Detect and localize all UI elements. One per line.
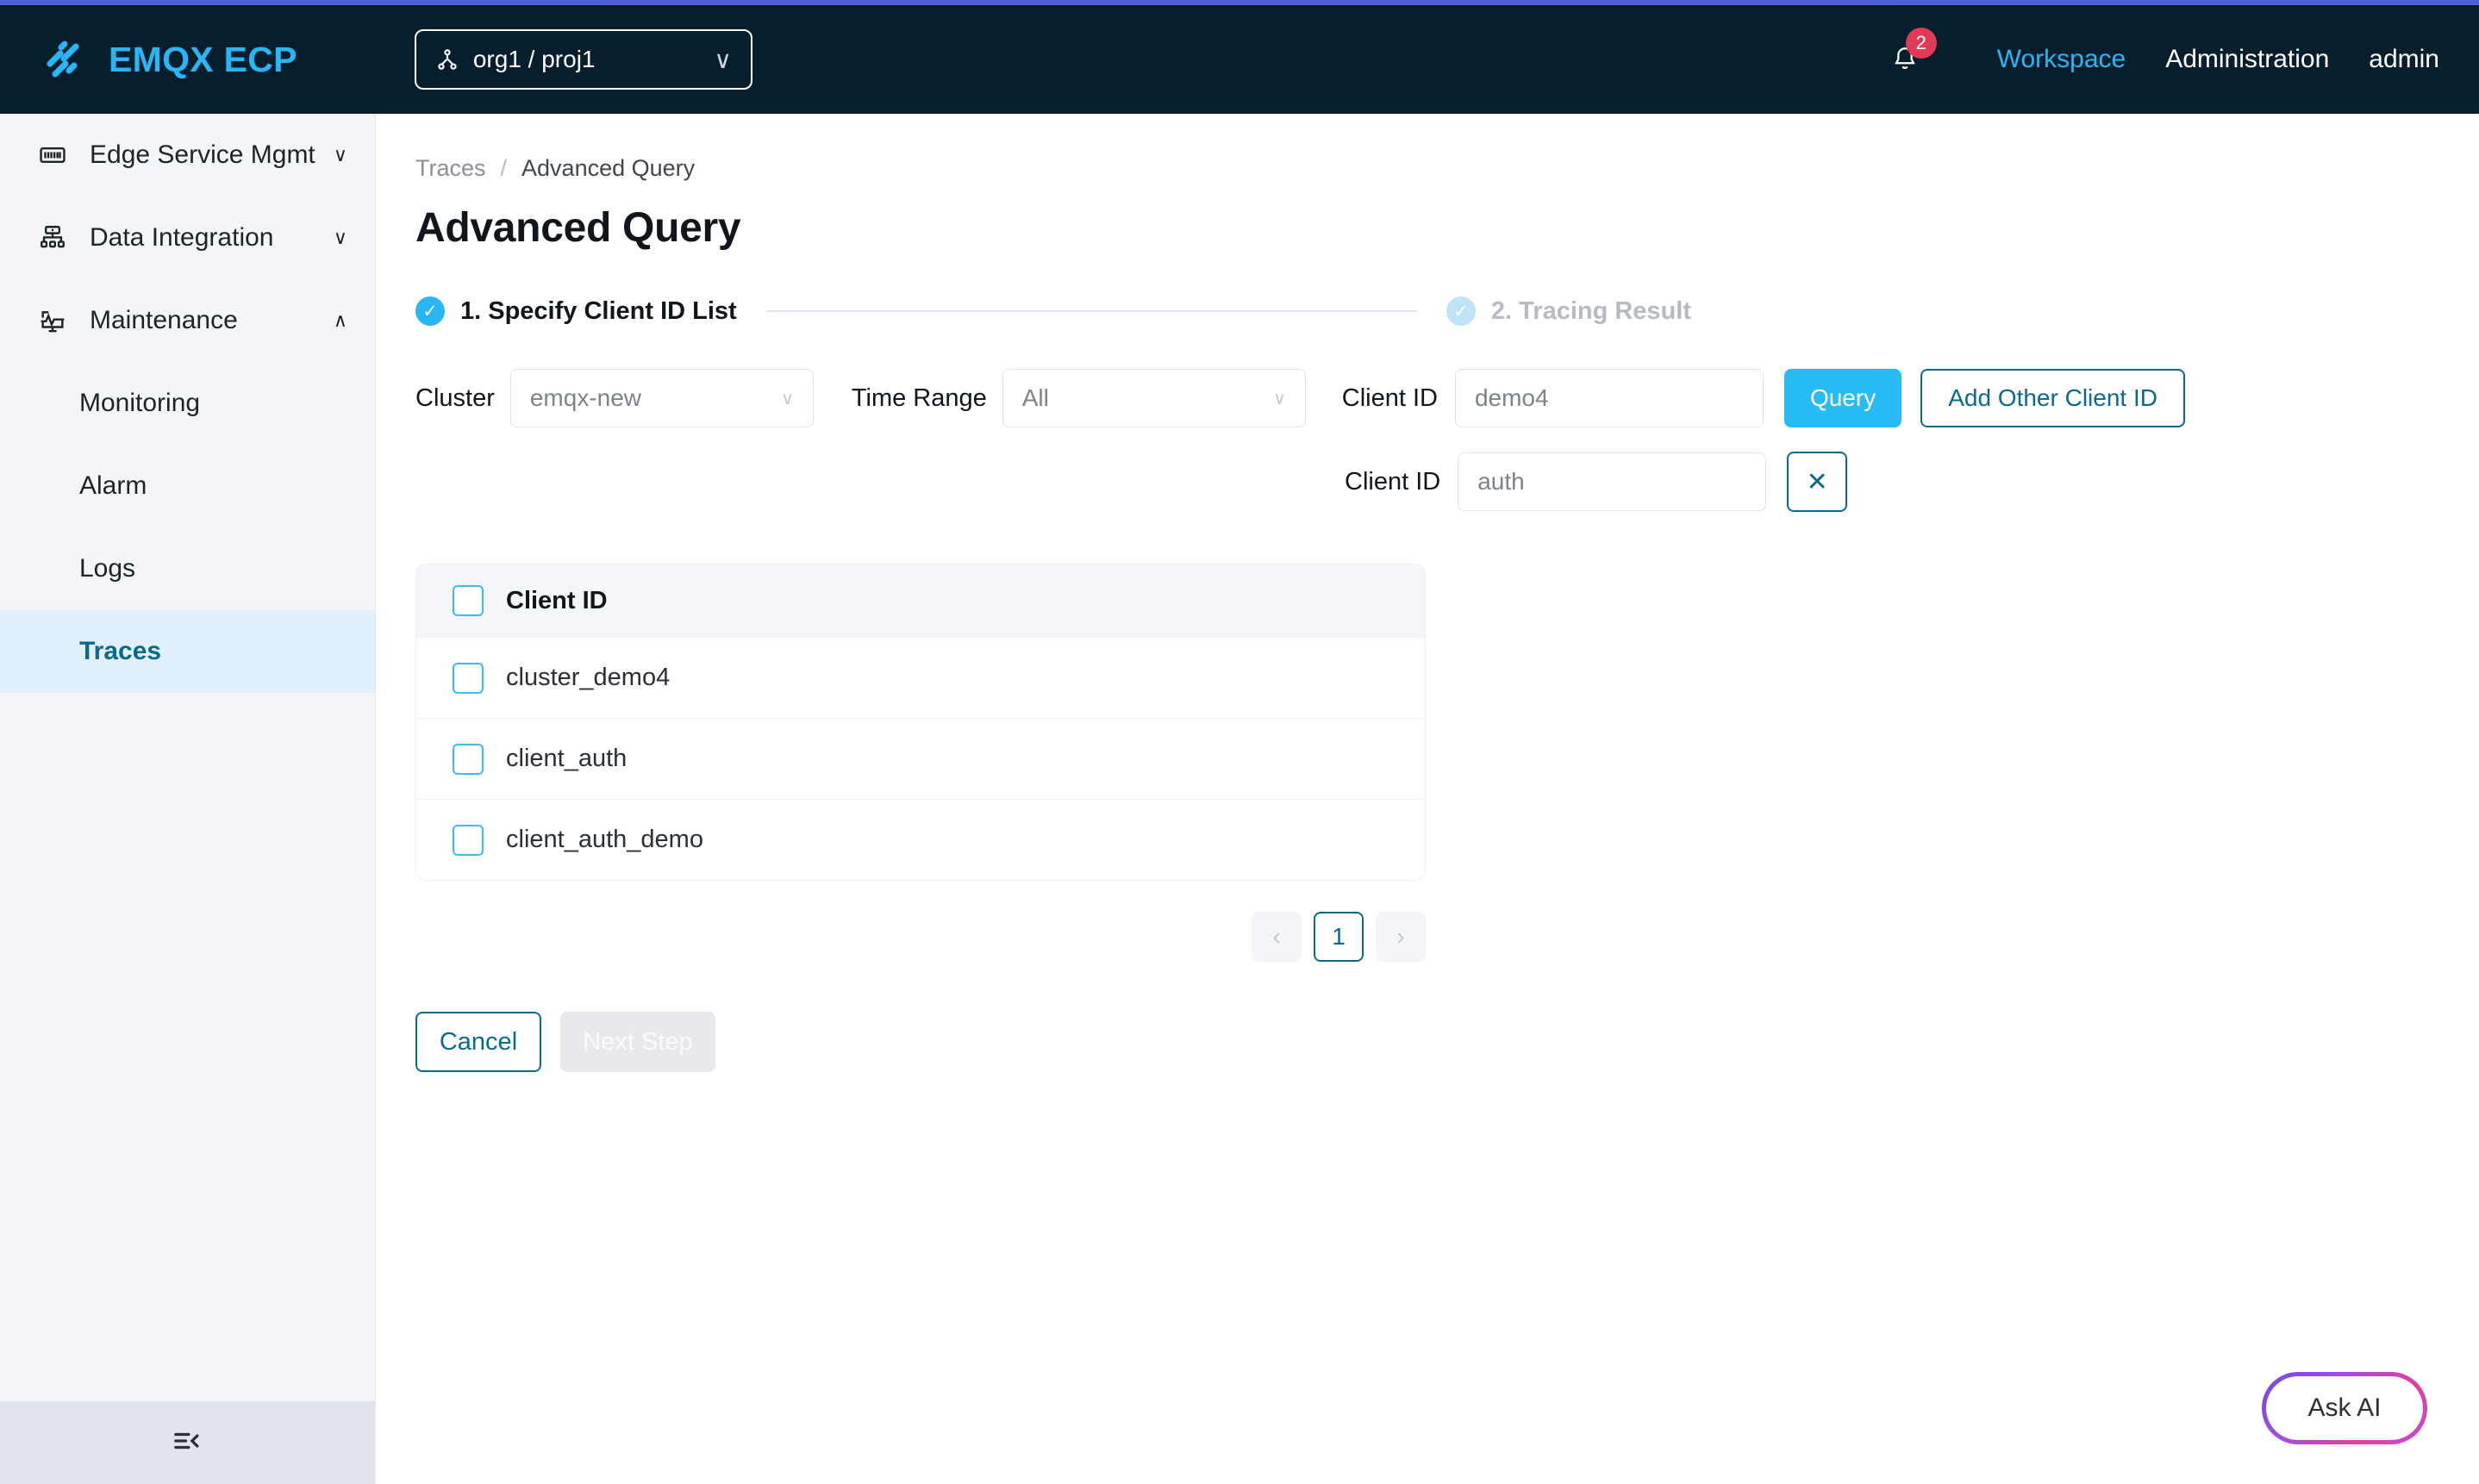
sidebar-group-label: Edge Service Mgmt bbox=[90, 140, 334, 170]
breadcrumb-current: Advanced Query bbox=[521, 155, 695, 182]
app-header: EMQX ECP org1 / proj1 ∨ 2 Workspace Admi… bbox=[0, 5, 2479, 114]
step-check-icon: ✓ bbox=[1446, 296, 1476, 326]
sidebar-item-label: Logs bbox=[79, 554, 135, 583]
client-id-input-2[interactable]: auth bbox=[1458, 452, 1766, 511]
sidebar-collapse-button[interactable] bbox=[0, 1401, 375, 1484]
time-range-label: Time Range bbox=[852, 384, 987, 413]
pagination-page-1[interactable]: 1 bbox=[1314, 912, 1364, 962]
client-id-input-1[interactable]: demo4 bbox=[1455, 369, 1764, 427]
page-title: Advanced Query bbox=[415, 204, 2479, 252]
wizard-step-2[interactable]: ✓ 2. Tracing Result bbox=[1446, 296, 1691, 326]
table-row[interactable]: cluster_demo4 bbox=[416, 637, 1425, 718]
brand-title: EMQX ECP bbox=[109, 40, 297, 80]
sidebar-item-logs[interactable]: Logs bbox=[0, 527, 375, 610]
cancel-button[interactable]: Cancel bbox=[415, 1012, 541, 1072]
sidebar-item-label: Alarm bbox=[79, 471, 147, 501]
pagination: ‹ 1 › bbox=[415, 912, 1426, 962]
nav-link-administration[interactable]: Administration bbox=[2165, 45, 2329, 74]
sidebar-group-maintenance[interactable]: Maintenance ∧ bbox=[0, 279, 375, 362]
breadcrumb-separator: / bbox=[501, 155, 508, 182]
sidebar-group-label: Maintenance bbox=[90, 306, 334, 335]
step-label: 2. Tracing Result bbox=[1491, 297, 1691, 326]
maintenance-icon bbox=[38, 306, 76, 335]
time-range-select-value: All bbox=[1022, 384, 1273, 412]
step-label: 1. Specify Client ID List bbox=[460, 297, 737, 326]
nav-link-workspace[interactable]: Workspace bbox=[1997, 45, 2126, 74]
brand: EMQX ECP bbox=[36, 33, 297, 86]
sidebar-item-alarm[interactable]: Alarm bbox=[0, 445, 375, 527]
emqx-logo-icon bbox=[36, 33, 90, 86]
chevron-down-icon: ∨ bbox=[334, 144, 347, 166]
client-id-input-2-value: auth bbox=[1477, 468, 1525, 496]
wizard-steps: ✓ 1. Specify Client ID List ✓ 2. Tracing… bbox=[415, 296, 1691, 326]
cluster-select-value: emqx-new bbox=[530, 384, 781, 412]
sidebar-item-label: Monitoring bbox=[79, 389, 200, 418]
sidebar-item-label: Traces bbox=[79, 637, 161, 666]
sidebar-group-label: Data Integration bbox=[90, 223, 334, 253]
client-id-table: Client ID cluster_demo4 client_auth clie… bbox=[415, 564, 1426, 881]
step-check-icon: ✓ bbox=[415, 296, 445, 326]
nav-link-admin-user[interactable]: admin bbox=[2369, 45, 2439, 74]
chevron-down-icon: ∨ bbox=[781, 388, 794, 409]
org-project-selector[interactable]: org1 / proj1 ∨ bbox=[415, 29, 752, 90]
table-row[interactable]: client_auth_demo bbox=[416, 799, 1425, 880]
sidebar-group-data-integration[interactable]: Data Integration ∨ bbox=[0, 196, 375, 279]
remove-client-id-button[interactable]: ✕ bbox=[1787, 452, 1847, 512]
main-content: Traces / Advanced Query Advanced Query ✓… bbox=[376, 114, 2479, 1484]
breadcrumb-parent[interactable]: Traces bbox=[415, 155, 486, 182]
add-other-client-id-button[interactable]: Add Other Client ID bbox=[1920, 369, 2185, 427]
sidebar: Edge Service Mgmt ∨ Data Integration ∨ M… bbox=[0, 114, 376, 1484]
query-button[interactable]: Query bbox=[1784, 369, 1901, 427]
header-right: 2 Workspace Administration admin bbox=[1890, 45, 2439, 74]
chevron-down-icon: ∨ bbox=[1273, 388, 1286, 409]
row-checkbox[interactable] bbox=[453, 825, 484, 856]
table-row[interactable]: client_auth bbox=[416, 718, 1425, 799]
table-column-header-client-id: Client ID bbox=[506, 587, 608, 615]
data-integration-icon bbox=[38, 223, 76, 253]
wizard-actions: Cancel Next Step bbox=[415, 1012, 2479, 1072]
pagination-next-button[interactable]: › bbox=[1376, 912, 1426, 962]
row-checkbox[interactable] bbox=[453, 663, 484, 694]
breadcrumb: Traces / Advanced Query bbox=[415, 155, 2479, 182]
query-form-row-primary: Cluster emqx-new ∨ Time Range All ∨ Clie… bbox=[415, 369, 2479, 427]
client-id-input-1-value: demo4 bbox=[1475, 384, 1549, 412]
select-all-checkbox[interactable] bbox=[453, 585, 484, 616]
table-cell-client-id: client_auth_demo bbox=[506, 826, 703, 854]
sidebar-item-traces[interactable]: Traces bbox=[0, 610, 375, 693]
sidebar-group-edge-service-mgmt[interactable]: Edge Service Mgmt ∨ bbox=[0, 114, 375, 196]
close-icon: ✕ bbox=[1807, 467, 1828, 497]
wizard-step-1[interactable]: ✓ 1. Specify Client ID List bbox=[415, 296, 737, 326]
org-tree-icon bbox=[435, 47, 459, 72]
cluster-select[interactable]: emqx-new ∨ bbox=[510, 369, 814, 427]
step-connector-line bbox=[766, 310, 1417, 312]
notification-count-badge: 2 bbox=[1906, 28, 1937, 59]
next-step-button[interactable]: Next Step bbox=[560, 1012, 715, 1072]
time-range-select[interactable]: All ∨ bbox=[1002, 369, 1306, 427]
notifications-button[interactable]: 2 bbox=[1890, 45, 1920, 74]
table-cell-client-id: cluster_demo4 bbox=[506, 664, 670, 692]
ask-ai-button[interactable]: Ask AI bbox=[2262, 1372, 2427, 1444]
table-cell-client-id: client_auth bbox=[506, 745, 627, 773]
client-id-label-1: Client ID bbox=[1342, 384, 1438, 413]
client-id-label-2: Client ID bbox=[1345, 468, 1440, 496]
sidebar-collapse-icon bbox=[171, 1424, 205, 1462]
ask-ai-label: Ask AI bbox=[2266, 1376, 2423, 1440]
org-project-value: org1 / proj1 bbox=[473, 46, 715, 73]
pagination-prev-button[interactable]: ‹ bbox=[1252, 912, 1302, 962]
row-checkbox[interactable] bbox=[453, 744, 484, 775]
table-header-row: Client ID bbox=[416, 564, 1425, 637]
cluster-label: Cluster bbox=[415, 384, 495, 413]
chevron-up-icon: ∧ bbox=[334, 309, 347, 332]
query-form-row-secondary: Client ID auth ✕ bbox=[415, 452, 2479, 512]
chevron-down-icon: ∨ bbox=[714, 46, 732, 74]
edge-service-icon bbox=[38, 140, 76, 170]
sidebar-item-monitoring[interactable]: Monitoring bbox=[0, 362, 375, 445]
chevron-down-icon: ∨ bbox=[334, 227, 347, 249]
